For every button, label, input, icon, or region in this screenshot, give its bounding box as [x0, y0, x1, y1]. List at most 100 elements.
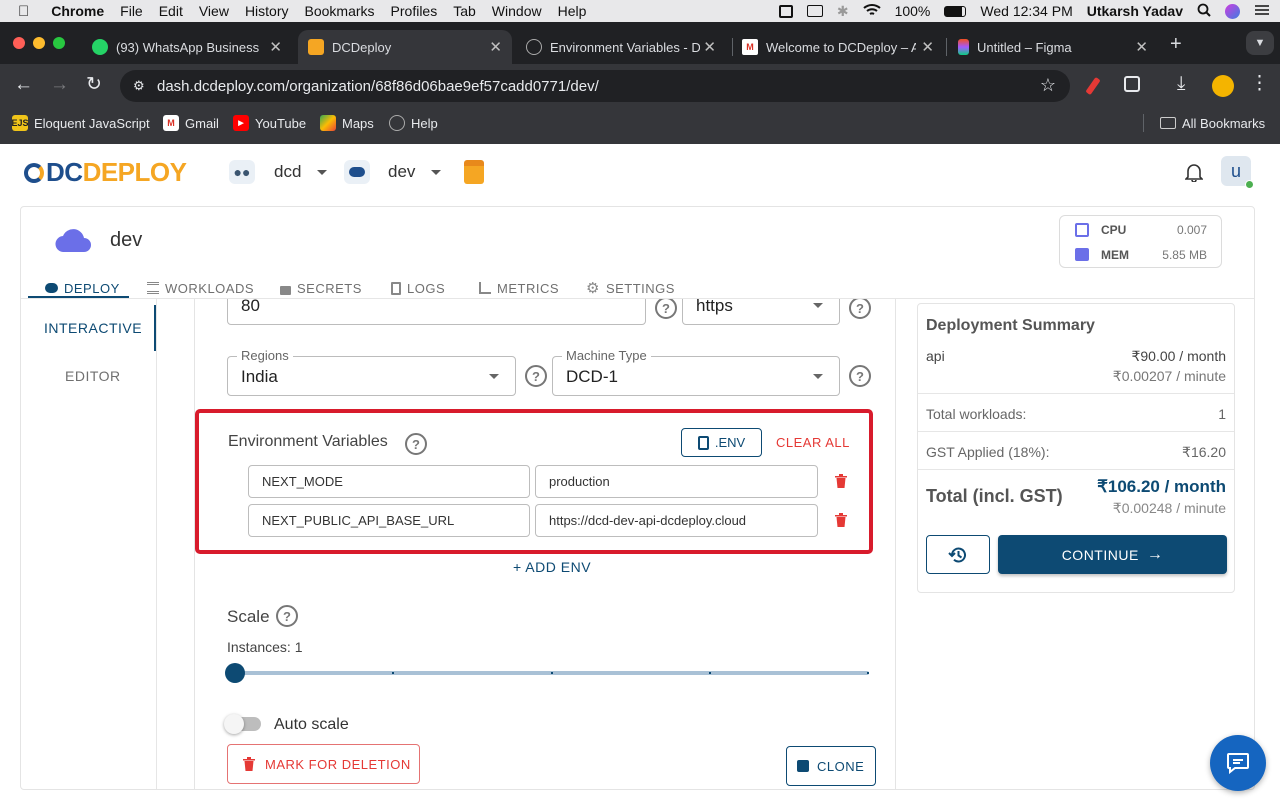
bookmark-youtube[interactable]: ▶ YouTube [233, 108, 306, 138]
site-info-icon[interactable]: ⚙ [133, 78, 145, 94]
tab-settings[interactable]: ⚙ SETTINGS [586, 277, 675, 299]
menu-clock[interactable]: Wed 12:34 PM [980, 3, 1072, 19]
menu-tab[interactable]: Tab [445, 3, 484, 19]
help-icon[interactable]: ? [849, 365, 871, 387]
tab-close-icon[interactable]: ✕ [489, 38, 502, 56]
keyboard-icon[interactable] [806, 5, 823, 17]
tab-metrics[interactable]: METRICS [479, 277, 559, 299]
history-button[interactable] [926, 535, 990, 574]
battery-icon[interactable] [944, 5, 967, 17]
instances-slider[interactable] [225, 663, 869, 683]
menu-profiles[interactable]: Profiles [383, 3, 446, 19]
slider-thumb[interactable] [225, 663, 245, 683]
help-icon[interactable]: ? [655, 299, 677, 319]
bookmark-eloquent-js[interactable]: EJS Eloquent JavaScript [12, 108, 150, 138]
gift-icon[interactable] [464, 160, 484, 184]
help-icon[interactable]: ? [405, 433, 427, 455]
protocol-select[interactable]: https [682, 299, 840, 325]
env-import-button[interactable]: .ENV [681, 428, 762, 457]
tab-figma[interactable]: Untitled – Figma ✕ [948, 30, 1158, 64]
bluetooth-icon[interactable]: ✱ [837, 3, 849, 20]
tab-dcdeploy[interactable]: DCDeploy ✕ [298, 30, 512, 64]
menu-file[interactable]: File [112, 3, 151, 19]
port-field[interactable]: 80 [227, 299, 646, 325]
new-tab-button[interactable]: + [1170, 33, 1182, 56]
help-icon[interactable]: ? [525, 365, 547, 387]
siri-icon[interactable] [1225, 3, 1240, 19]
extension-pen-icon[interactable] [1085, 76, 1101, 96]
bookmark-gmail[interactable]: M Gmail [163, 108, 219, 138]
maps-pin-icon [320, 115, 336, 131]
trash-icon[interactable] [835, 474, 847, 488]
window-minimize-button[interactable] [33, 37, 45, 49]
menu-help[interactable]: Help [550, 3, 595, 19]
dcdeploy-logo[interactable]: DC DEPLOY [24, 157, 187, 188]
chat-widget-button[interactable] [1210, 735, 1266, 791]
trash-icon[interactable] [835, 513, 847, 527]
screen-icon[interactable] [778, 4, 793, 18]
bookmark-maps[interactable]: Maps [320, 108, 374, 138]
menu-window[interactable]: Window [484, 3, 550, 19]
reload-icon[interactable]: ↻ [86, 73, 102, 96]
tab-close-icon[interactable]: ✕ [1135, 38, 1148, 56]
notification-bell-icon[interactable] [1184, 162, 1204, 187]
tab-gmail[interactable]: M Welcome to DCDeploy – A ✕ [732, 30, 944, 64]
env-value-input[interactable]: https://dcd-dev-api-dcdeploy.cloud [535, 504, 818, 537]
env-key-input[interactable]: NEXT_MODE [248, 465, 530, 498]
forward-icon[interactable]: → [50, 74, 69, 96]
tab-logs[interactable]: LOGS [391, 277, 445, 299]
mode-tab-interactive[interactable]: INTERACTIVE [44, 320, 142, 336]
extensions-puzzle-icon[interactable] [1124, 76, 1140, 92]
summary-item-month: ₹90.00 / month [1131, 348, 1226, 364]
mark-for-deletion-button[interactable]: MARK FOR DELETION [227, 744, 420, 784]
help-icon[interactable]: ? [849, 299, 871, 319]
continue-button[interactable]: CONTINUE → [998, 535, 1227, 574]
menu-history[interactable]: History [237, 3, 297, 19]
slider-tick [551, 672, 553, 674]
clone-button[interactable]: CLONE [786, 746, 876, 786]
env-value-input[interactable]: production [535, 465, 818, 498]
spotlight-search-icon[interactable] [1197, 3, 1211, 20]
download-icon[interactable]: ⤓ [1177, 73, 1185, 95]
auto-scale-toggle[interactable] [224, 714, 261, 734]
back-icon[interactable]: ← [14, 74, 33, 96]
help-icon[interactable]: ? [276, 605, 298, 627]
user-avatar[interactable]: u [1221, 156, 1254, 189]
machine-type-select[interactable]: Machine Type DCD-1 [552, 348, 840, 396]
chevron-down-icon [813, 303, 823, 308]
environment-selector[interactable]: dev [388, 162, 442, 182]
all-bookmarks-button[interactable]: All Bookmarks [1160, 108, 1265, 138]
tab-close-icon[interactable]: ✕ [269, 38, 282, 56]
menu-app-name[interactable]: Chrome [37, 3, 112, 19]
profile-avatar[interactable] [1212, 75, 1234, 97]
wifi-icon[interactable] [862, 3, 881, 20]
window-zoom-button[interactable] [53, 37, 65, 49]
env-key-input[interactable]: NEXT_PUBLIC_API_BASE_URL [248, 504, 530, 537]
control-center-icon[interactable] [1254, 3, 1270, 19]
env-section-title: Environment Variables [228, 433, 388, 450]
menu-user[interactable]: Utkarsh Yadav [1087, 3, 1183, 19]
clear-all-button[interactable]: CLEAR ALL [776, 435, 850, 450]
tab-secrets[interactable]: SECRETS [280, 277, 362, 299]
bookmark-star-icon[interactable]: ☆ [1040, 75, 1056, 96]
tab-label: LOGS [407, 280, 446, 296]
tab-workloads[interactable]: WORKLOADS [147, 277, 254, 299]
tab-close-icon[interactable]: ✕ [921, 38, 934, 56]
menu-edit[interactable]: Edit [151, 3, 191, 19]
address-bar[interactable]: ⚙ dash.dcdeploy.com/organization/68f86d0… [120, 70, 1070, 102]
add-env-button[interactable]: + ADD ENV [513, 559, 591, 575]
tab-whatsapp[interactable]: (93) WhatsApp Business ✕ [82, 30, 292, 64]
window-close-button[interactable] [13, 37, 25, 49]
bookmark-help[interactable]: Help [389, 108, 438, 138]
apple-icon[interactable]:  [0, 3, 37, 20]
tab-close-icon[interactable]: ✕ [703, 38, 716, 56]
chrome-menu-icon[interactable]: ⋮ [1250, 72, 1269, 95]
regions-select[interactable]: Regions India [227, 348, 516, 396]
org-selector[interactable]: dcd [274, 162, 328, 182]
youtube-icon: ▶ [233, 115, 249, 131]
tab-environment-variables[interactable]: Environment Variables - D ✕ [516, 30, 726, 64]
menu-view[interactable]: View [191, 3, 237, 19]
mode-tab-editor[interactable]: EDITOR [65, 368, 121, 384]
menu-bookmarks[interactable]: Bookmarks [297, 3, 383, 19]
tab-search-button[interactable]: ▼ [1246, 31, 1274, 55]
